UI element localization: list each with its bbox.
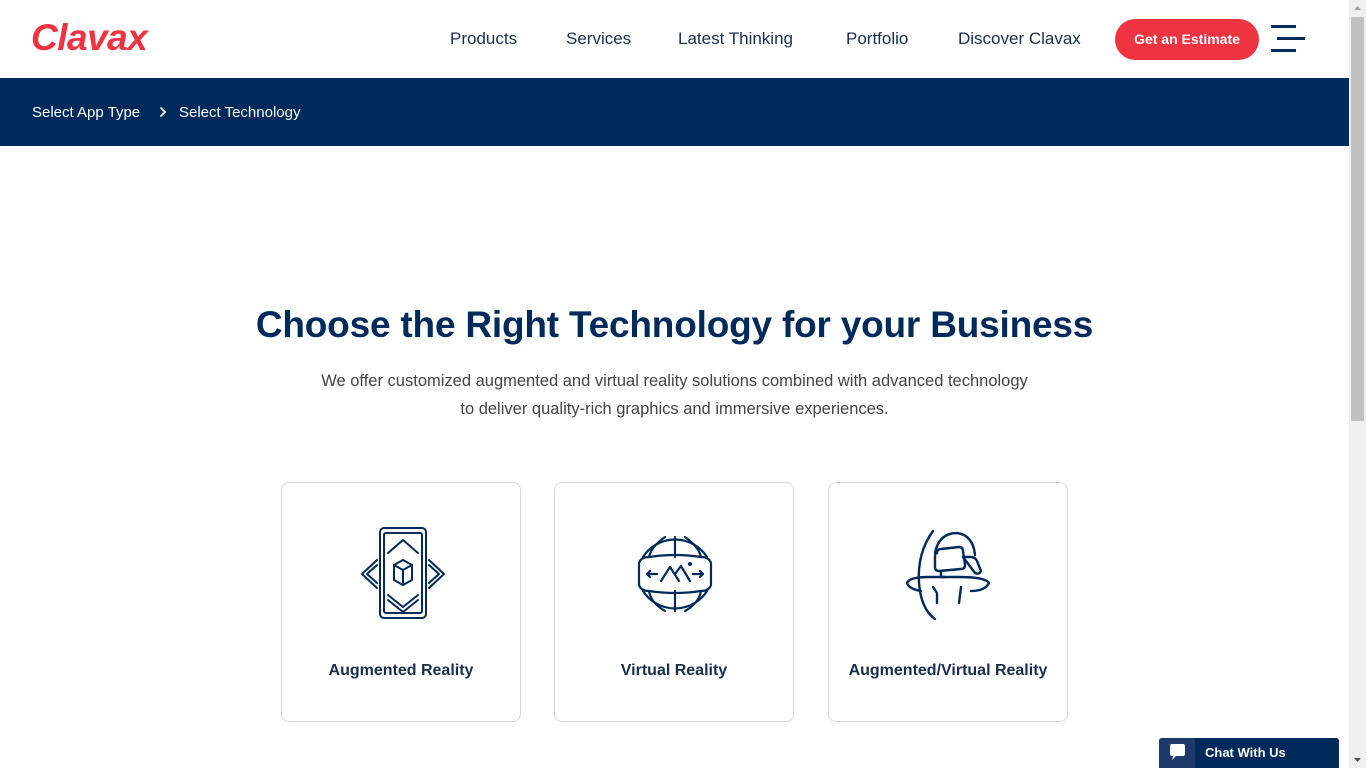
chat-label: Chat With Us — [1205, 745, 1286, 760]
vr-globe-panorama-icon — [637, 535, 713, 613]
chat-with-us-button[interactable]: Chat With Us — [1159, 738, 1339, 768]
page-viewport: Clavax Products Services Latest Thinking… — [0, 0, 1349, 768]
chat-bubble-icon — [1170, 744, 1185, 760]
card-augmented-virtual-reality[interactable]: Augmented/Virtual Reality — [828, 482, 1068, 722]
nav-portfolio[interactable]: Portfolio — [846, 28, 908, 50]
breadcrumb-select-technology[interactable]: Select Technology — [179, 103, 300, 123]
card-virtual-reality[interactable]: Virtual Reality — [554, 482, 794, 722]
card-augmented-reality[interactable]: Augmented Reality — [281, 482, 521, 722]
vertical-scrollbar[interactable] — [1349, 0, 1366, 768]
card-label: Augmented/Virtual Reality — [848, 662, 1048, 679]
scroll-down-arrow-icon[interactable] — [1349, 751, 1366, 768]
scroll-up-arrow-icon[interactable] — [1349, 0, 1366, 17]
nav-latest-thinking[interactable]: Latest Thinking — [678, 28, 793, 50]
clavax-logo[interactable]: Clavax — [31, 16, 148, 60]
get-estimate-button[interactable]: Get an Estimate — [1115, 19, 1259, 60]
breadcrumb-select-app-type[interactable]: Select App Type — [32, 103, 140, 123]
breadcrumb: Select App Type Select Technology — [0, 78, 1349, 146]
hamburger-menu-icon[interactable] — [1271, 25, 1305, 53]
nav-products[interactable]: Products — [450, 28, 517, 50]
card-label: Augmented Reality — [328, 662, 474, 679]
nav-discover-clavax[interactable]: Discover Clavax — [958, 28, 1081, 50]
card-label: Virtual Reality — [620, 662, 728, 679]
nav-services[interactable]: Services — [566, 28, 631, 50]
scrollbar-thumb[interactable] — [1351, 17, 1364, 421]
chevron-right-icon — [160, 107, 166, 117]
page-title: Choose the Right Technology for your Bus… — [255, 304, 1094, 345]
subtitle-line-1: We offer customized augmented and virtua… — [321, 372, 1028, 390]
subtitle-line-2: to deliver quality-rich graphics and imm… — [460, 400, 889, 418]
chat-icon-container — [1159, 738, 1195, 768]
site-header: Clavax Products Services Latest Thinking… — [0, 0, 1349, 78]
page-subtitle: We offer customized augmented and virtua… — [0, 367, 1349, 423]
vr-headset-person-icon — [905, 529, 991, 621]
ar-phone-cube-icon — [361, 527, 445, 619]
